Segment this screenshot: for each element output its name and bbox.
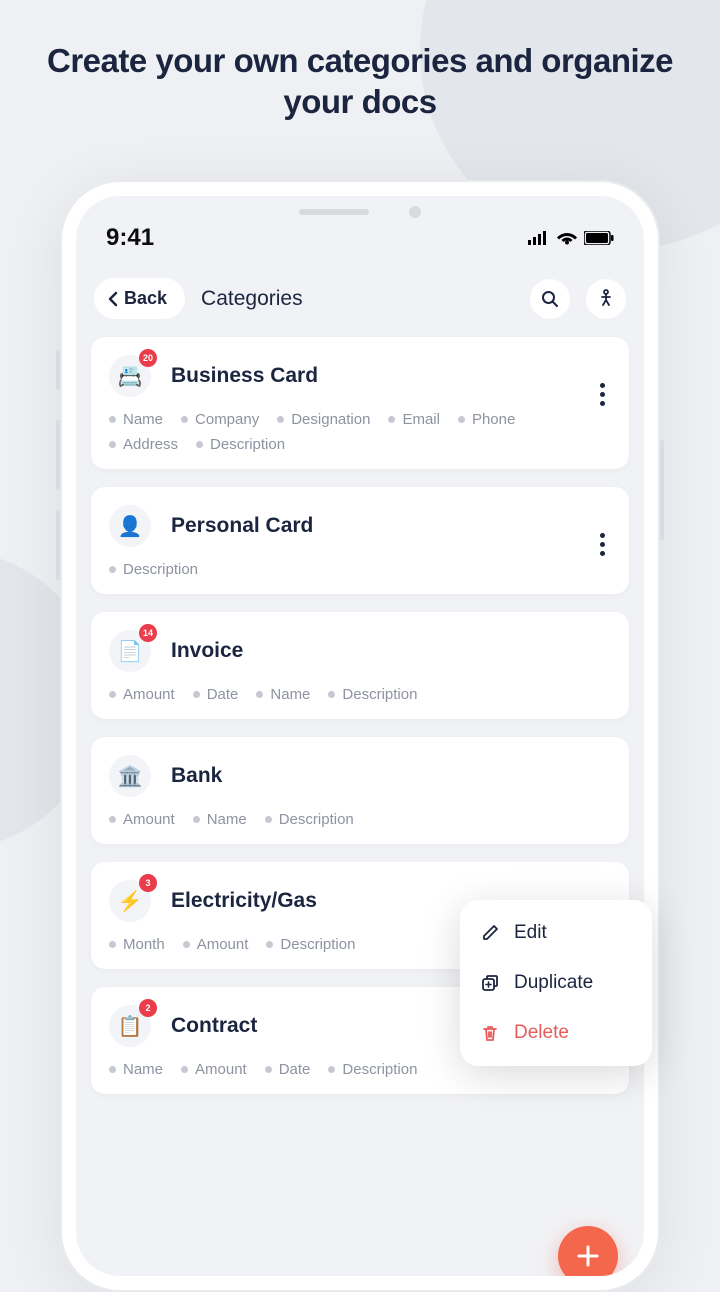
field-tag: Description [109, 561, 198, 578]
menu-delete[interactable]: Delete [460, 1008, 652, 1058]
category-card[interactable]: 🏛️ Bank Amount Name Description [91, 737, 629, 844]
chevron-left-icon [106, 291, 120, 307]
field-tag: Description [328, 686, 417, 703]
phone-side-button [56, 510, 60, 580]
category-card[interactable]: 📄14 Invoice Amount Date Name Description [91, 612, 629, 719]
field-tag: Amount [109, 811, 175, 828]
page-title: Categories [201, 287, 514, 311]
context-menu: Edit Duplicate Delete [460, 900, 652, 1066]
field-tag: Name [109, 1061, 163, 1078]
back-label: Back [124, 288, 167, 309]
category-title: Business Card [171, 364, 318, 388]
category-title: Bank [171, 764, 222, 788]
phone-notch [260, 196, 460, 228]
field-tag: Month [109, 936, 165, 953]
phone-side-button [56, 420, 60, 490]
touch-icon [597, 289, 615, 309]
field-tag: Description [265, 811, 354, 828]
phone-side-button [660, 440, 664, 540]
more-button[interactable] [592, 375, 613, 414]
duplicate-icon [480, 973, 500, 993]
phone-screen: 9:41 Back Categories [76, 196, 644, 1276]
category-title: Personal Card [171, 514, 313, 538]
back-button[interactable]: Back [94, 278, 185, 319]
status-time: 9:41 [106, 224, 154, 252]
field-tag: Designation [277, 411, 370, 428]
count-badge: 14 [139, 624, 157, 642]
count-badge: 2 [139, 999, 157, 1017]
plus-icon [575, 1243, 601, 1269]
field-tag: Address [109, 436, 178, 453]
field-list: Amount Date Name Description [109, 686, 611, 703]
category-icon: ⚡3 [109, 880, 151, 922]
category-icon: 🏛️ [109, 755, 151, 797]
field-tag: Date [193, 686, 239, 703]
field-tag: Amount [183, 936, 249, 953]
category-icon: 📋2 [109, 1005, 151, 1047]
category-icon: 📇20 [109, 355, 151, 397]
field-tag: Amount [181, 1061, 247, 1078]
field-tag: Company [181, 411, 259, 428]
search-icon [541, 290, 559, 308]
menu-duplicate[interactable]: Duplicate [460, 958, 652, 1008]
count-badge: 20 [139, 349, 157, 367]
phone-frame: 9:41 Back Categories [60, 180, 660, 1292]
category-icon: 📄14 [109, 630, 151, 672]
page-headline: Create your own categories and organize … [0, 0, 720, 123]
category-title: Electricity/Gas [171, 889, 317, 913]
field-list: Amount Name Description [109, 811, 611, 828]
field-list: Description [109, 561, 611, 578]
edit-icon [480, 923, 500, 943]
phone-side-button [56, 350, 60, 390]
category-card[interactable]: 📇20 Business Card Name Company Designation Em… [91, 337, 629, 469]
trash-icon [480, 1023, 500, 1043]
field-tag: Description [266, 936, 355, 953]
field-tag: Name [109, 411, 163, 428]
more-button[interactable] [592, 525, 613, 564]
wifi-icon [557, 231, 577, 245]
field-tag: Date [265, 1061, 311, 1078]
menu-edit[interactable]: Edit [460, 908, 652, 958]
category-icon: 👤 [109, 505, 151, 547]
add-button[interactable] [558, 1226, 618, 1276]
field-tag: Phone [458, 411, 515, 428]
category-title: Contract [171, 1014, 257, 1038]
category-title: Invoice [171, 639, 243, 663]
battery-icon [584, 231, 614, 245]
field-list: Name Company Designation Email Phone Address D… [109, 411, 611, 453]
field-tag: Description [196, 436, 285, 453]
count-badge: 3 [139, 874, 157, 892]
field-tag: Description [328, 1061, 417, 1078]
search-button[interactable] [530, 279, 570, 319]
field-tag: Amount [109, 686, 175, 703]
category-card[interactable]: 👤 Personal Card Description [91, 487, 629, 594]
field-tag: Name [193, 811, 247, 828]
signal-icon [528, 231, 550, 245]
accessibility-button[interactable] [586, 279, 626, 319]
field-tag: Email [388, 411, 440, 428]
field-tag: Name [256, 686, 310, 703]
